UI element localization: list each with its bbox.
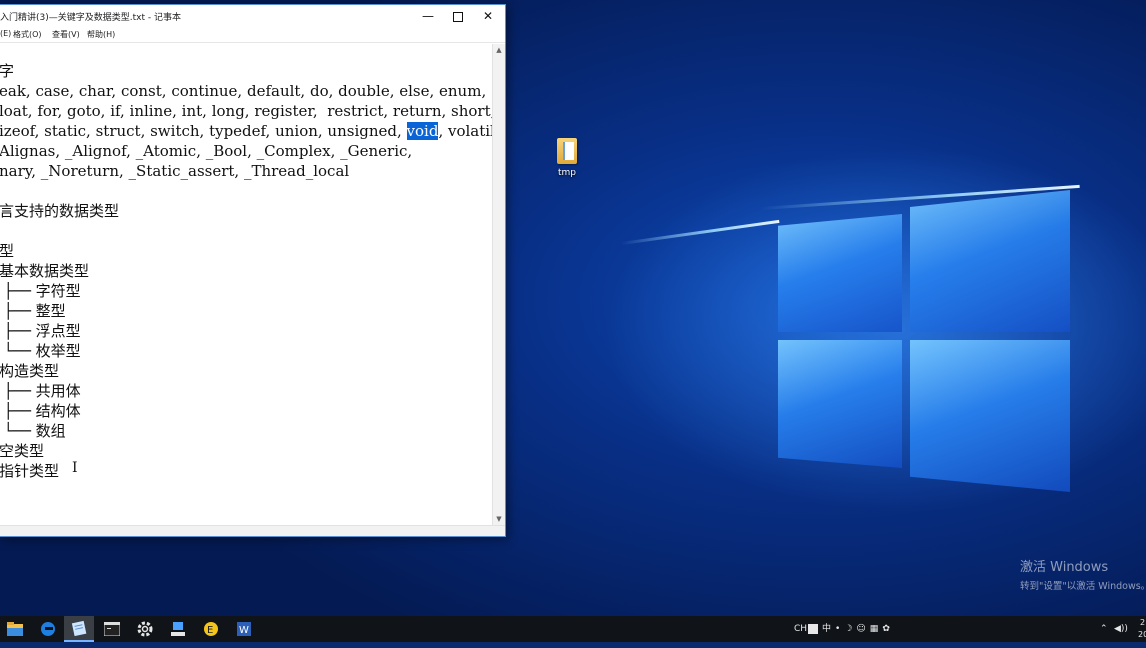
- scroll-up-icon[interactable]: ▲: [493, 44, 505, 56]
- editor-line: 字: [0, 62, 15, 80]
- editor-line: └── 枚举型: [0, 342, 81, 360]
- taskbar: E W CH 中 • ☽ ☺ ▦ ✿ ⌃ ◀)) 2 20: [0, 616, 1146, 642]
- editor-text: , volatile,: [438, 122, 493, 140]
- window-title: 入门精讲(3)—关键字及数据类型.txt - 记事本: [0, 13, 181, 23]
- editor-line: 空类型: [0, 442, 45, 460]
- folder-icon: [7, 622, 23, 636]
- word-button[interactable]: W: [229, 616, 259, 642]
- title-bar[interactable]: 入门精讲(3)—关键字及数据类型.txt - 记事本 — ✕: [0, 5, 505, 27]
- gear-icon: [137, 621, 153, 637]
- editor-line: ├── 字符型: [0, 282, 81, 300]
- windows-logo-pane-tr: [910, 190, 1070, 332]
- menu-bar: (E) 格式(O) 查看(V) 帮助(H): [0, 27, 505, 43]
- network-app-button[interactable]: [163, 616, 193, 642]
- editor-line: ├── 整型: [0, 302, 66, 320]
- volume-icon[interactable]: ◀)): [1114, 616, 1128, 642]
- notepad-window[interactable]: 入门精讲(3)—关键字及数据类型.txt - 记事本 — ✕ (E) 格式(O)…: [0, 4, 506, 537]
- chevron-up-icon[interactable]: ⌃: [1100, 616, 1108, 642]
- notepad-icon: [71, 620, 87, 636]
- editor-line: loat, for, goto, if, inline, int, long, …: [0, 102, 493, 120]
- text-file-icon: [557, 138, 577, 164]
- editor-line: 基本数据类型: [0, 262, 90, 280]
- text-selection: void: [406, 122, 439, 140]
- terminal-icon: [104, 622, 120, 636]
- desktop-icon-label: tmp: [557, 168, 576, 178]
- word-icon: W: [237, 622, 251, 636]
- menu-view[interactable]: 查看(V): [52, 29, 80, 40]
- settings-button[interactable]: [130, 616, 160, 642]
- editor-line: eak, case, char, const, continue, defaul…: [0, 82, 487, 100]
- editor-line: nary, _Noreturn, _Static_assert, _Thread…: [0, 162, 350, 180]
- file-explorer-button[interactable]: [0, 616, 30, 642]
- maximize-icon: [453, 11, 463, 22]
- maximize-button[interactable]: [443, 5, 473, 27]
- watermark-line1: 激活 Windows: [1020, 560, 1109, 575]
- editor-line: └── 数组: [0, 422, 66, 440]
- menu-format[interactable]: 格式(O): [13, 29, 42, 40]
- ime-language[interactable]: CH: [794, 616, 807, 642]
- ime-mode: 中: [822, 624, 832, 634]
- ime-toolbar[interactable]: 中 • ☽ ☺ ▦ ✿: [808, 616, 890, 642]
- scroll-down-icon[interactable]: ▼: [493, 513, 505, 525]
- menu-help[interactable]: 帮助(H): [87, 29, 115, 40]
- yellow-app-button[interactable]: E: [196, 616, 226, 642]
- watermark-line2: 转到"设置"以激活 Windows。: [1020, 581, 1146, 592]
- text-editor[interactable]: 字 eak, case, char, const, continue, defa…: [0, 44, 493, 525]
- vertical-scrollbar[interactable]: ▲ ▼: [492, 44, 505, 525]
- editor-line: Alignas, _Alignof, _Atomic, _Bool, _Comp…: [0, 142, 413, 160]
- editor-line: 构造类型: [0, 362, 60, 380]
- network-icon: [171, 622, 185, 636]
- notepad-taskbar-button[interactable]: [64, 616, 94, 642]
- text-cursor-icon: I: [72, 460, 78, 476]
- svg-text:E: E: [207, 625, 213, 636]
- desktop-icon-tmp[interactable]: tmp: [552, 138, 582, 178]
- windows-logo-pane-tl: [778, 214, 902, 332]
- emoji-icon: ☺: [856, 624, 866, 634]
- editor-line: 指针类型: [0, 462, 60, 480]
- ime-logo-icon: [808, 624, 818, 634]
- status-strip: [0, 525, 505, 536]
- editor-line: ├── 结构体: [0, 402, 81, 420]
- menu-edit[interactable]: (E): [0, 29, 11, 38]
- activation-watermark: 激活 Windows 转到"设置"以激活 Windows。: [1020, 556, 1146, 592]
- editor-text: izeof, static, struct, switch, typedef, …: [0, 122, 407, 140]
- editor-line: 言支持的数据类型: [0, 202, 120, 220]
- settings-small-icon: ✿: [882, 624, 890, 634]
- close-button[interactable]: ✕: [473, 5, 503, 27]
- punctuation-icon: •: [835, 624, 841, 634]
- edge-icon: [41, 622, 55, 636]
- windows-logo-pane-bl: [778, 340, 902, 468]
- editor-line-with-selection: izeof, static, struct, switch, typedef, …: [0, 121, 493, 141]
- svg-text:W: W: [239, 625, 249, 636]
- close-icon: ✕: [482, 9, 494, 23]
- light-beam: [620, 219, 780, 246]
- terminal-button[interactable]: [97, 616, 127, 642]
- minimize-button[interactable]: —: [413, 5, 443, 27]
- toolbox-icon: ▦: [869, 624, 879, 634]
- editor-line: ├── 共用体: [0, 382, 81, 400]
- windows-logo-pane-br: [910, 340, 1070, 492]
- editor-line: ├── 浮点型: [0, 322, 81, 340]
- clock-date[interactable]: 20: [1138, 622, 1146, 648]
- minimize-icon: —: [422, 9, 434, 23]
- editor-line: 型: [0, 242, 15, 260]
- edge-browser-button[interactable]: [33, 616, 63, 642]
- app-icon: E: [204, 622, 218, 636]
- moon-icon: ☽: [844, 624, 853, 634]
